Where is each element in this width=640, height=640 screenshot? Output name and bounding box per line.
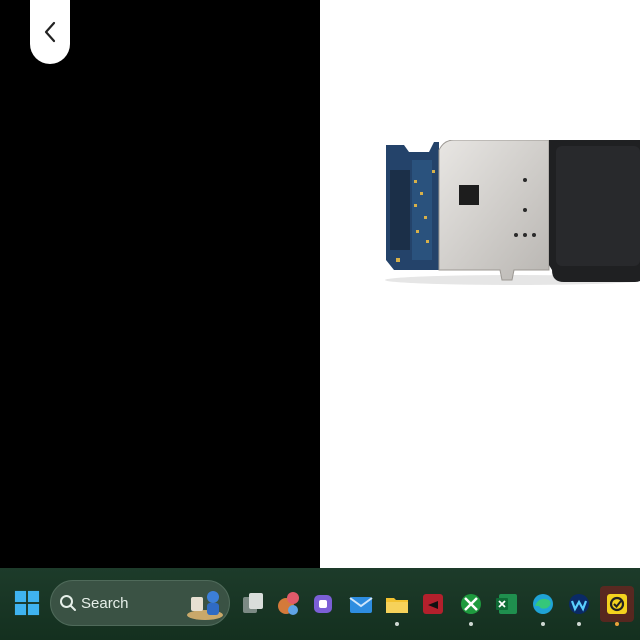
taskbar-search[interactable]: Search (50, 580, 230, 626)
taskbar-app-red[interactable] (416, 586, 450, 622)
taskbar-task-view[interactable] (236, 586, 270, 622)
start-button[interactable] (10, 586, 44, 620)
edge-icon (533, 594, 553, 614)
copilot-people-icon (278, 592, 299, 615)
running-indicator (577, 622, 581, 626)
taskbar-webex[interactable] (562, 586, 596, 626)
circuit-board-image (385, 140, 640, 285)
running-indicator (615, 622, 619, 626)
mail-icon (349, 597, 373, 613)
app-red-icon (423, 594, 443, 614)
running-indicator (469, 622, 473, 626)
norton-icon (607, 594, 627, 614)
taskbar-teams[interactable] (306, 586, 340, 622)
running-indicator (395, 622, 399, 626)
file-explorer-icon (386, 598, 408, 613)
xbox-icon (461, 594, 481, 614)
back-button[interactable] (30, 0, 70, 64)
taskbar-file-explorer[interactable] (380, 586, 414, 626)
taskbar-norton[interactable] (600, 586, 634, 626)
taskbar-mail[interactable] (344, 586, 378, 622)
webex-icon (569, 594, 589, 614)
taskbar-copilot[interactable] (272, 586, 306, 622)
search-placeholder: Search (81, 594, 129, 612)
image-pane (320, 0, 640, 568)
taskbar-edge[interactable] (526, 586, 560, 626)
screen: Search (0, 0, 640, 640)
task-view-icon (243, 593, 263, 613)
taskbar: Search (0, 568, 640, 640)
taskbar-excel[interactable] (490, 586, 524, 622)
search-highlight-icon (187, 591, 223, 620)
teams-icon (314, 595, 332, 613)
running-indicator (541, 622, 545, 626)
excel-icon (496, 594, 517, 614)
windows-start-icon (14, 590, 40, 616)
left-pane (0, 0, 320, 568)
taskbar-xbox[interactable] (454, 586, 488, 626)
chevron-left-icon (44, 21, 56, 43)
search-icon (60, 595, 76, 611)
